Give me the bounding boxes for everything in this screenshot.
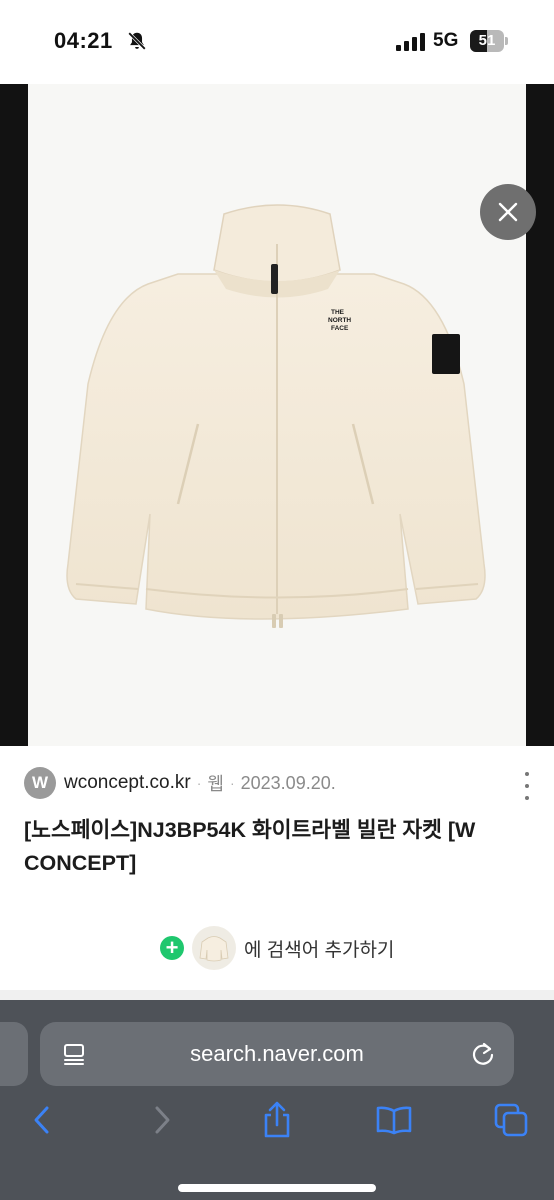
close-button[interactable] <box>480 184 536 240</box>
jacket-illustration: THE NORTH FACE <box>66 204 486 628</box>
separator-dot: · <box>196 775 202 791</box>
more-vertical-icon <box>525 772 529 776</box>
browser-toolbar <box>0 1100 554 1144</box>
separator-dot: · <box>229 775 235 791</box>
bell-slash-icon <box>128 32 146 50</box>
forward-button[interactable] <box>142 1100 182 1140</box>
address-bar[interactable]: search.naver.com <box>40 1022 514 1086</box>
product-image[interactable]: THE NORTH FACE <box>28 84 526 746</box>
forward-icon <box>155 1106 170 1134</box>
back-icon <box>34 1106 49 1134</box>
share-icon <box>264 1101 290 1138</box>
add-search-term-row[interactable]: + 에 검색어 추가하기 <box>160 926 394 970</box>
result-title[interactable]: [노스페이스]NJ3BP54K 화이트라벨 빌란 자켓 [W CONCEPT] <box>24 814 524 880</box>
image-viewer: THE NORTH FACE <box>0 84 554 812</box>
plus-icon: + <box>160 936 184 960</box>
status-bar: 04:21 5G 51 <box>0 0 554 84</box>
status-time: 04:21 <box>54 28 113 53</box>
result-type: 웹 <box>207 774 224 794</box>
tabs-button[interactable] <box>491 1100 531 1140</box>
site-avatar: W <box>24 767 56 799</box>
network-label: 5G <box>433 30 459 51</box>
svg-text:THE: THE <box>331 309 345 316</box>
share-button[interactable] <box>257 1100 297 1140</box>
search-result-card[interactable]: W wconcept.co.kr · 웹 · 2023.09.20. [노스페이… <box>0 746 554 990</box>
svg-text:FACE: FACE <box>331 325 349 332</box>
battery-percent: 51 <box>478 32 496 49</box>
bookmarks-button[interactable] <box>374 1100 414 1140</box>
back-button[interactable] <box>22 1100 62 1140</box>
url-text[interactable]: search.naver.com <box>40 1022 514 1086</box>
signal-icon <box>396 33 425 51</box>
svg-text:NORTH: NORTH <box>328 317 351 324</box>
site-name[interactable]: wconcept.co.kr <box>64 772 191 794</box>
battery-icon: 51 <box>470 30 510 52</box>
reload-icon[interactable] <box>470 1040 496 1068</box>
browser-bar: search.naver.com <box>0 1000 554 1200</box>
source-row: W wconcept.co.kr · 웹 · 2023.09.20. <box>24 767 336 799</box>
bookmarks-icon <box>376 1106 412 1135</box>
home-indicator <box>178 1184 376 1192</box>
divider <box>0 990 554 1000</box>
result-date: 2023.09.20. <box>240 772 336 793</box>
more-options-button[interactable] <box>520 772 534 800</box>
image-thumbnail <box>192 926 236 970</box>
previous-tab[interactable] <box>0 1022 28 1086</box>
add-search-term-label: 에 검색어 추가하기 <box>244 939 395 961</box>
close-icon <box>498 202 518 222</box>
tabs-icon <box>494 1103 528 1137</box>
